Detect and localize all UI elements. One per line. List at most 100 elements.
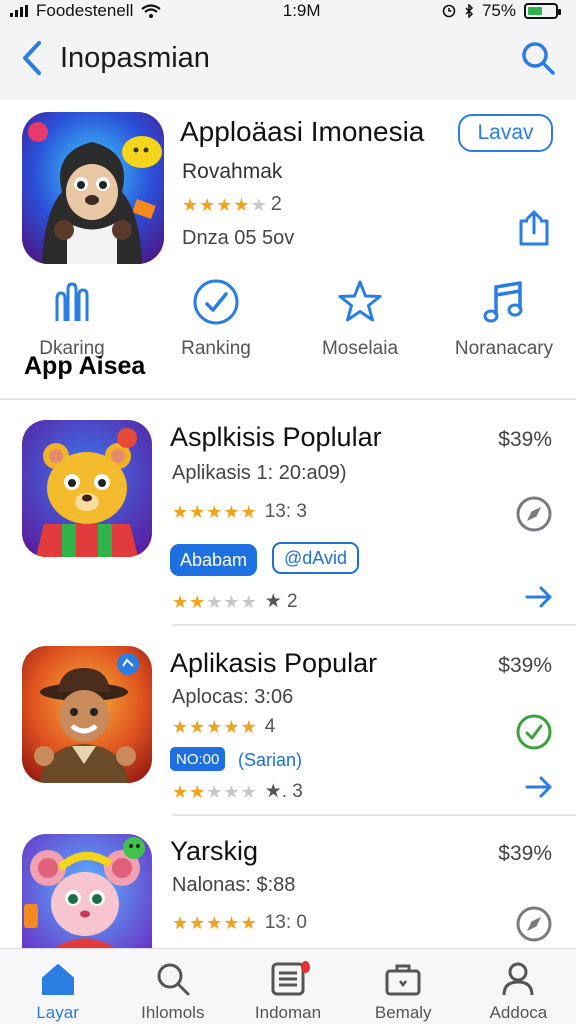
arrow-right-icon [525, 776, 552, 798]
star-empty-icon: ★ [206, 591, 223, 612]
app-subtitle: Aplikasis 1: 20:a09) [172, 462, 347, 484]
star-filled-icon: ★ [199, 194, 216, 215]
status-left: Foodestenell [10, 1, 162, 21]
featured-app-icon[interactable] [22, 112, 164, 264]
tab-profile[interactable]: Addoca [461, 949, 576, 1024]
app-title: Yarskig [170, 836, 259, 866]
star-empty-icon: ★ [240, 591, 257, 612]
penguin-character-icon [22, 112, 164, 264]
rating-stars: ★ ★ ★ ★ ★ [172, 718, 257, 736]
bluetooth-icon [465, 4, 474, 18]
app-icon-bear[interactable] [22, 420, 152, 557]
tag-filled[interactable]: NO:00 [170, 747, 226, 771]
briefcase-icon [383, 959, 423, 999]
star-filled-icon: ★ [172, 502, 189, 522]
mouse-character-icon [22, 834, 152, 948]
app-rating: ★ ★ ★ ★ ★ 13: 3 [172, 501, 307, 523]
signal-icon [10, 5, 28, 17]
featured-rating-count: 2 [270, 193, 282, 215]
featured-app-title: Apploäasi Imonesia [180, 116, 425, 147]
tag-filled[interactable]: Ababam [170, 544, 258, 576]
share-icon [519, 210, 549, 246]
compass-button[interactable] [514, 904, 554, 944]
tab-label: Ihlomols [141, 1003, 205, 1022]
star-filled-icon: ★ [216, 194, 233, 215]
app-title: Asplkisis Poplular [170, 422, 382, 452]
status-time: 1:9M [282, 1, 321, 20]
check-circle-icon [191, 276, 241, 328]
tab-label: Bemaly [374, 1003, 432, 1022]
search-button[interactable] [518, 38, 558, 78]
search-icon [153, 959, 193, 999]
battery-level [527, 7, 543, 15]
star-empty-icon: ★ [223, 781, 240, 802]
app-subtitle: Aplocas: 3:06 [172, 686, 294, 708]
tab-home[interactable]: Layar [0, 949, 115, 1024]
star-filled-icon: ★ [223, 913, 240, 933]
star-filled-icon: ★ [189, 781, 206, 802]
app-icon-mouse[interactable] [22, 834, 152, 948]
tab-label: Indoman [254, 1003, 322, 1022]
rating-stars: ★ ★ ★ ★ ★ [182, 196, 267, 214]
category-featured[interactable]: Moselaia [288, 272, 432, 372]
rating-count: 13: 3 [264, 501, 307, 522]
tab-list[interactable]: Indoman [230, 949, 345, 1024]
chevron-left-icon [23, 41, 41, 75]
star-filled-icon: ★ [206, 502, 223, 522]
app-rating: ★ ★ ★ ★ ★ 13: 0 [172, 912, 307, 934]
open-arrow-button[interactable] [522, 772, 556, 802]
rating-stars: ★ ★ ★ ★ ★ [172, 914, 257, 932]
star-filled-icon: ★ [172, 913, 189, 933]
tab-briefcase[interactable]: Bemaly [346, 949, 461, 1024]
star-filled-icon: ★ [172, 781, 189, 802]
star-filled-icon: ★ [206, 717, 223, 737]
app-price: $39% [498, 428, 552, 451]
app-icon-cowboy[interactable] [22, 646, 152, 783]
notification-badge [300, 961, 310, 973]
back-button[interactable] [18, 38, 46, 78]
star-filled-icon: ★ [172, 717, 189, 737]
music-note-icon [479, 276, 529, 328]
app-subtitle: Nalonas: $:88 [172, 874, 296, 896]
status-bar: Foodestenell 1:9M 75% [0, 0, 576, 22]
check-button[interactable] [514, 712, 554, 752]
star-filled-icon: ★ [189, 717, 206, 737]
star-filled-icon: ★ [189, 502, 206, 522]
bear-character-icon [22, 420, 152, 557]
chart-bars-icon [47, 276, 97, 328]
rating-count: ★. 3 [264, 781, 303, 802]
star-filled-icon: ★ [206, 913, 223, 933]
star-filled-icon: ★ [223, 717, 240, 737]
featured-developer: Rovahmak [182, 160, 283, 183]
list-item[interactable]: Asplkisis Poplular $39% Aplikasis 1: 20:… [0, 400, 576, 626]
rating-stars: ★ ★ ★ ★ ★ [172, 783, 257, 801]
featured-app-card: Apploäasi Imonesia Lavav Rovahmak ★ ★ ★ ★ ★ … [0, 100, 576, 400]
list-item[interactable]: Yarskig $39% Nalonas: $:88 ★ ★ ★ ★ ★ 13: 0 [0, 814, 576, 948]
tab-search[interactable]: Ihlomols [115, 949, 230, 1024]
tag-plain[interactable]: (Sarian) [228, 744, 312, 776]
tab-label: Addoca [489, 1003, 548, 1022]
rating-count: 13: 0 [264, 912, 307, 933]
rating-stars: ★ ★ ★ ★ ★ [172, 593, 257, 611]
battery-icon [523, 3, 561, 19]
category-label: Moselaia [321, 338, 399, 359]
tag-outline[interactable]: @dAvid [272, 542, 359, 574]
nav-bar: Inopasmian [0, 22, 576, 94]
app-title: Aplikasis Popular [170, 648, 378, 678]
star-filled-icon: ★ [189, 591, 206, 612]
share-button[interactable] [514, 208, 554, 248]
star-filled-icon: ★ [182, 194, 199, 215]
arrow-right-icon [525, 586, 552, 608]
compass-button[interactable] [514, 494, 554, 534]
compass-icon [516, 906, 552, 942]
star-empty-icon: ★ [206, 781, 223, 802]
get-button[interactable]: Lavav [458, 114, 553, 152]
category-music[interactable]: Noranacary [432, 272, 576, 372]
open-arrow-button[interactable] [522, 582, 556, 612]
star-filled-icon: ★ [240, 502, 257, 522]
category-ranking[interactable]: Ranking [144, 272, 288, 372]
person-icon [498, 959, 538, 999]
search-icon [522, 42, 555, 75]
featured-rating: ★ ★ ★ ★ ★ 2 [182, 193, 282, 216]
star-outline-icon [335, 276, 385, 328]
